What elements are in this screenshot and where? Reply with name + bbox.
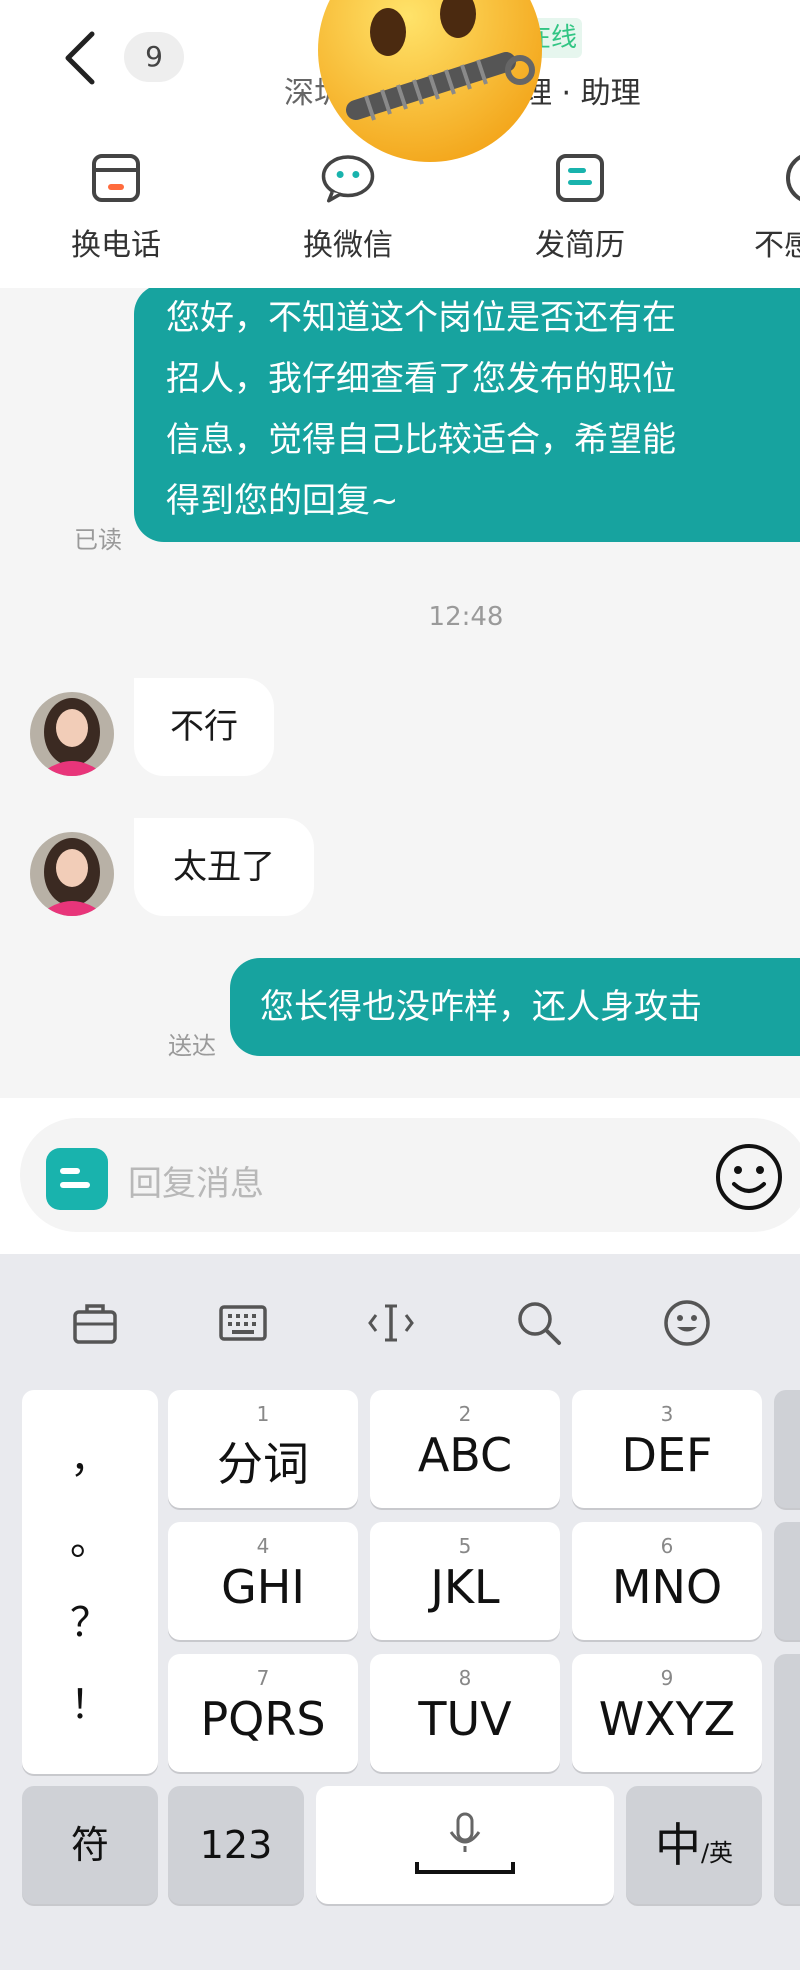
back-arrow-icon[interactable]	[58, 28, 106, 88]
swap-wechat-action[interactable]: 换微信	[258, 140, 438, 270]
not-interested-label: 不感	[754, 228, 800, 263]
key-6[interactable]: 6 MNO	[572, 1522, 762, 1640]
reset-key[interactable]	[774, 1522, 800, 1640]
symbol-key[interactable]: 符	[22, 1786, 158, 1904]
unread-count-badge[interactable]: 9	[124, 32, 184, 82]
key-8[interactable]: 8 TUV	[370, 1654, 560, 1772]
not-interested-action[interactable]: 不感	[722, 140, 800, 270]
message-line: 信息，觉得自己比较适合，希望能	[166, 420, 676, 460]
lang-switch-key[interactable]: 中/英	[626, 1786, 762, 1904]
key-2[interactable]: 2 ABC	[370, 1390, 560, 1508]
swap-wechat-label: 换微信	[303, 228, 393, 263]
message-bubble-outgoing[interactable]: 您好，不知道这个岗位是否还有在 招人，我仔细查看了您发布的职位 信息，觉得自己比…	[134, 288, 800, 542]
contact-avatar[interactable]	[30, 832, 114, 916]
key-4[interactable]: 4 GHI	[168, 1522, 358, 1640]
key-1[interactable]: 1 分词	[168, 1390, 358, 1508]
swap-phone-label: 换电话	[71, 228, 161, 263]
contact-avatar[interactable]	[30, 692, 114, 776]
quick-actions-bar: 换电话 换微信 发简历 不感	[0, 140, 800, 270]
send-resume-label: 发简历	[535, 228, 625, 263]
read-receipt: 已读	[74, 526, 122, 554]
reply-input-bar	[0, 1098, 800, 1254]
punct-question[interactable]: ？	[22, 1590, 158, 1648]
phone-swap-icon	[92, 154, 140, 202]
message-bubble-incoming[interactable]: 不行	[134, 678, 274, 776]
delivery-receipt: 送达	[168, 1032, 216, 1060]
key-7[interactable]: 7 PQRS	[168, 1654, 358, 1772]
resume-icon	[60, 1168, 90, 1188]
message-timestamp: 12:48	[428, 602, 504, 632]
microphone-icon	[415, 1812, 515, 1874]
ime-keyboard: ， 。 ？ ！ 1 分词 2 ABC 3 DEF 4 GHI 5 JKL 6 M…	[0, 1254, 800, 1970]
emoji-icon[interactable]	[662, 1298, 712, 1348]
send-resume-action[interactable]: 发简历	[490, 140, 670, 270]
cursor-icon[interactable]	[366, 1298, 416, 1348]
delete-key[interactable]	[774, 1390, 800, 1508]
message-line: 得到您的回复~	[166, 481, 399, 521]
emoji-picker-icon[interactable]	[714, 1142, 784, 1212]
resume-send-icon	[556, 154, 604, 202]
message-line: 招人，我仔细查看了您发布的职位	[166, 359, 676, 399]
reply-input-placeholder: 回复消息	[128, 1164, 264, 1204]
message-bubble-outgoing[interactable]: 您长得也没咋样，还人身攻击	[230, 958, 800, 1056]
key-3[interactable]: 3 DEF	[572, 1390, 762, 1508]
wechat-swap-icon	[321, 155, 375, 203]
toolbox-icon[interactable]	[70, 1298, 120, 1348]
punctuation-key[interactable]: ， 。 ？ ！	[22, 1390, 158, 1774]
key-9[interactable]: 9 WXYZ	[572, 1654, 762, 1772]
punct-period[interactable]: 。	[22, 1508, 158, 1566]
message-line: 您好，不知道这个岗位是否还有在	[166, 298, 676, 338]
message-bubble-incoming[interactable]: 太丑了	[134, 818, 314, 916]
space-voice-key[interactable]	[316, 1786, 614, 1904]
search-icon[interactable]	[514, 1298, 564, 1348]
chat-area: 您好，不知道这个岗位是否还有在 招人，我仔细查看了您发布的职位 信息，觉得自己比…	[0, 288, 800, 1098]
punct-exclaim[interactable]: ！	[22, 1672, 158, 1730]
swap-phone-action[interactable]: 换电话	[26, 140, 206, 270]
lang-sub-label: /英	[700, 1839, 734, 1867]
not-interested-icon	[786, 154, 800, 202]
numbers-key[interactable]: 123	[168, 1786, 304, 1904]
lang-main-label: 中	[654, 1818, 701, 1872]
key-5[interactable]: 5 JKL	[370, 1522, 560, 1640]
punct-comma[interactable]: ，	[22, 1426, 158, 1484]
keyboard-icon[interactable]	[218, 1298, 268, 1348]
resume-quick-button[interactable]	[46, 1148, 108, 1210]
chat-header: 9 在线 深圳 理 · 助理 换电话 换微信 发简历 不感	[0, 0, 800, 288]
